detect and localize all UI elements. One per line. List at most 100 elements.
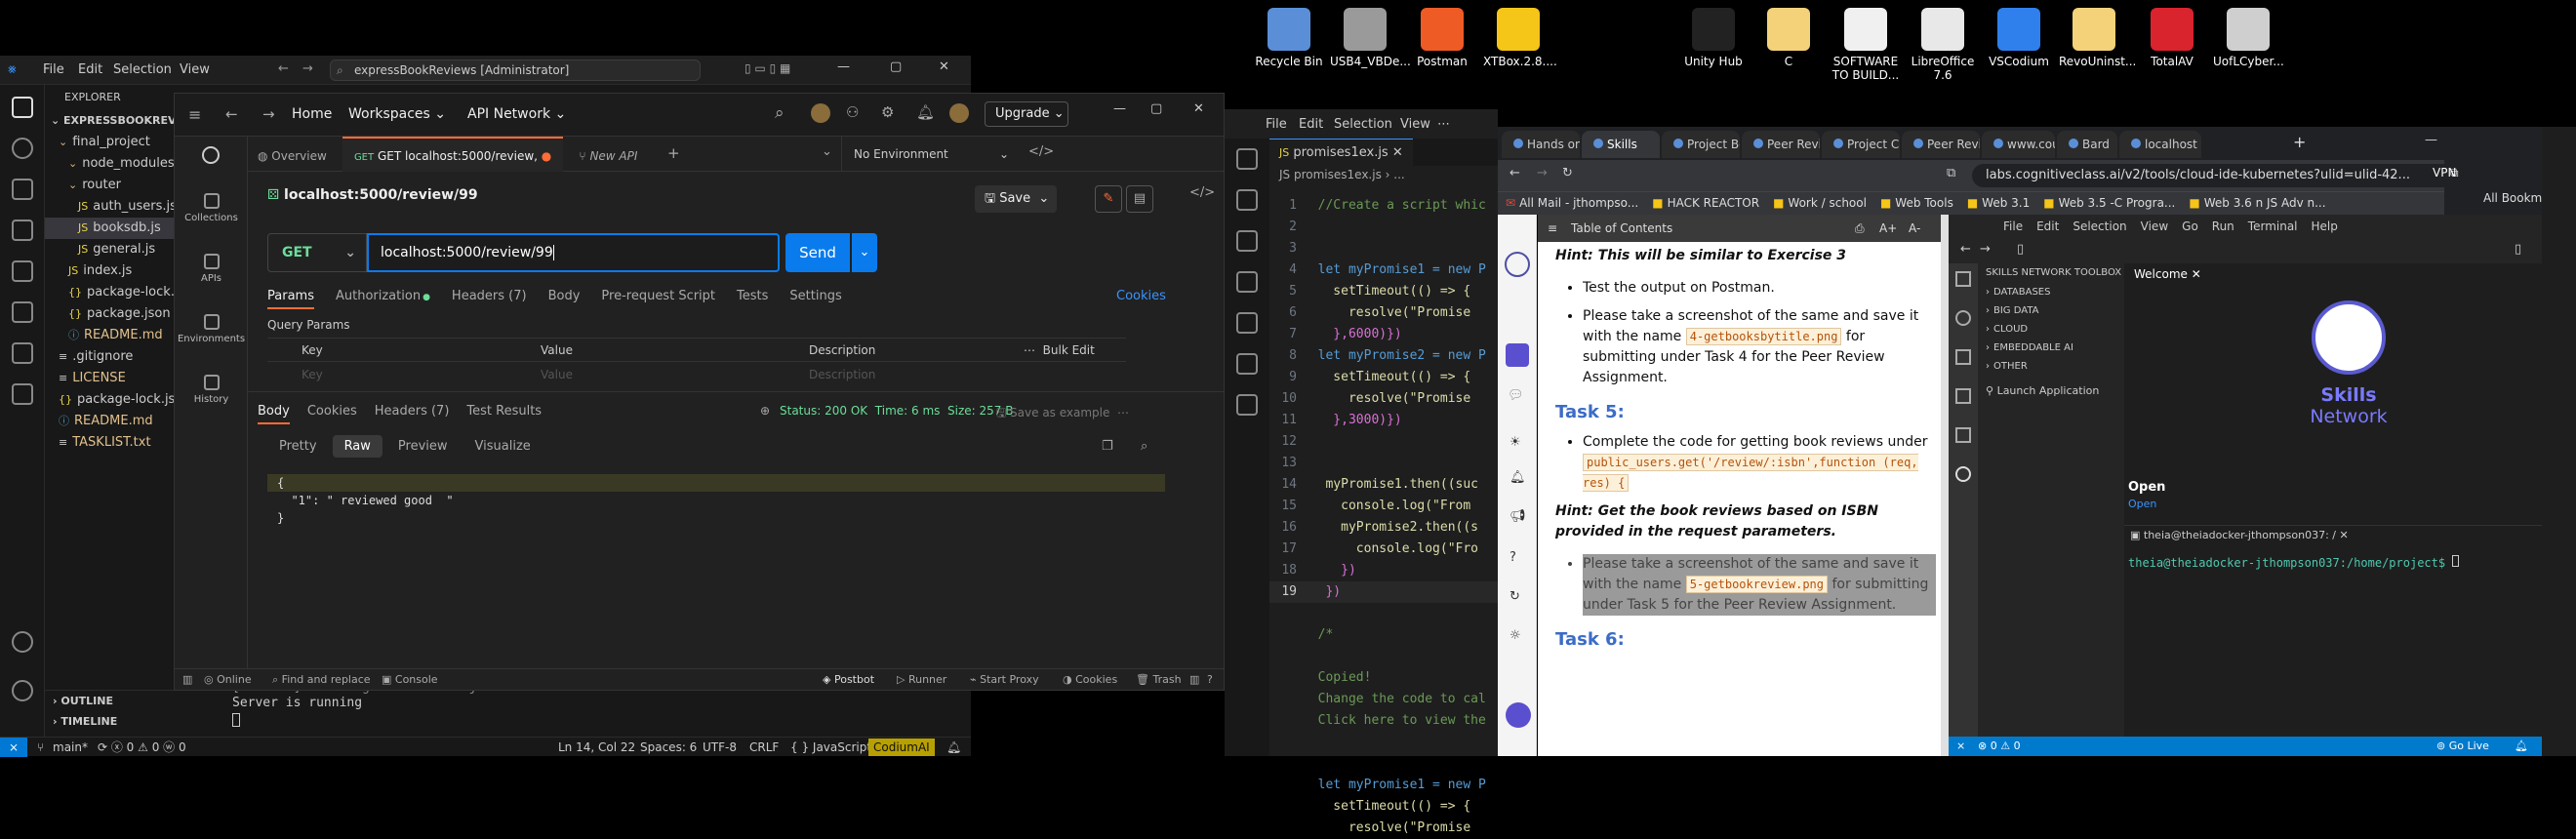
theme-icon[interactable]: ☼	[1509, 628, 1521, 643]
extensions-icon[interactable]	[11, 260, 33, 282]
close-icon[interactable]: ✕	[939, 60, 949, 74]
reload-icon[interactable]: ↻	[1562, 166, 1573, 180]
source-control-icon[interactable]	[11, 179, 33, 200]
bell-icon[interactable]: 🔔︎	[1509, 470, 1526, 485]
vpn-label[interactable]: VPN	[2433, 166, 2456, 180]
minimize-icon[interactable]: —	[1113, 101, 1126, 116]
home-link[interactable]: Home	[292, 106, 332, 122]
view-tab[interactable]: Pretty	[267, 435, 329, 458]
start-proxy-button[interactable]: ⌁ Start Proxy	[970, 669, 1039, 691]
ide-menu-item[interactable]: Terminal	[2248, 220, 2298, 233]
view-tab[interactable]: Raw	[332, 435, 382, 458]
source-control-icon[interactable]	[1236, 230, 1258, 252]
layout-toggle-icons[interactable]: ▯ ▭ ▯ ▦	[745, 61, 790, 75]
tree-item[interactable]: JS general.js	[45, 239, 176, 260]
font-increase-icon[interactable]: A+	[1879, 215, 1897, 242]
settings-gear-icon[interactable]	[12, 680, 33, 701]
search-icon[interactable]: ⌕	[775, 103, 785, 123]
search-activity-icon[interactable]	[11, 138, 33, 159]
code-snippet-icon[interactable]: </>	[1189, 185, 1215, 200]
comments-icon[interactable]: ▤	[1126, 185, 1153, 213]
search-icon[interactable]	[1955, 310, 1971, 326]
desktop-icon[interactable]: RevoUninst...	[2059, 8, 2136, 68]
menu-file[interactable]: File	[43, 62, 64, 77]
account-icon[interactable]	[12, 631, 33, 653]
req-tab[interactable]: Tests	[737, 289, 768, 303]
toolbox-item[interactable]: › EMBEDDABLE AI	[1978, 339, 2124, 357]
desktop-icon[interactable]: Recycle Bin	[1254, 8, 1324, 68]
save-as-example-button[interactable]: 🖫 Save as example ⋯	[996, 404, 1129, 424]
req-tab[interactable]: Headers (7)	[452, 289, 527, 303]
notifications-icon[interactable]: 🔔︎	[2515, 737, 2528, 756]
remote-icon[interactable]	[1236, 394, 1258, 416]
copy-icon[interactable]: ❐	[1102, 439, 1113, 454]
view-tab[interactable]: Preview	[386, 435, 460, 458]
browser-tab[interactable]: Project Co	[1822, 131, 1900, 158]
response-tab[interactable]: Headers (7)	[375, 404, 450, 419]
open-link[interactable]: Open	[2128, 498, 2156, 510]
tree-item[interactable]: JS booksdb.js	[45, 218, 176, 239]
codium-ai-icon[interactable]	[11, 383, 33, 405]
hamburger-menu-icon[interactable]: ≡	[188, 105, 201, 124]
view-tab[interactable]: Visualize	[463, 435, 543, 458]
chat-icon[interactable]: 💬︎	[1508, 388, 1524, 403]
tab-get-request[interactable]: GET GET localhost:5000/review, ●	[342, 137, 564, 172]
response-tab[interactable]: Test Results	[466, 404, 542, 419]
value-input[interactable]: Value	[541, 368, 573, 381]
desktop-icon[interactable]: Postman	[1407, 8, 1477, 68]
maximize-icon[interactable]: ▢	[1150, 101, 1162, 116]
desktop-icon[interactable]: Unity Hub	[1678, 8, 1749, 68]
problems-counts[interactable]: ⊗ 0 ⚠ 0	[1978, 737, 2021, 756]
notification-bell-icon[interactable]: 🔔︎	[946, 738, 961, 757]
code-icon[interactable]: </>	[1028, 144, 1054, 159]
more-icon[interactable]: ⋯	[1437, 117, 1450, 132]
menu-view[interactable]: View	[1400, 117, 1430, 132]
console-toggle[interactable]: ▣ Console	[382, 669, 438, 691]
tree-item[interactable]: ≡ TASKLIST.txt	[45, 432, 176, 454]
req-tab[interactable]: Params	[267, 289, 314, 309]
layout-icon[interactable]: ▥	[1189, 669, 1199, 691]
desktop-icon[interactable]: C	[1753, 8, 1824, 68]
bookmark-item[interactable]: ■ Web 3.6 n JS Adv n...	[2189, 196, 2325, 210]
toc-bar[interactable]: ≡ Table of Contents ⎙ A+ A-	[1538, 215, 1941, 242]
bookmark-item[interactable]: ■ Work / school	[1773, 196, 1867, 210]
language-mode[interactable]: { } JavaScript	[790, 738, 871, 757]
sidebar-nav-history[interactable]: History	[175, 375, 248, 429]
extensions-icon[interactable]	[1955, 427, 1971, 443]
testing-icon[interactable]	[11, 301, 33, 323]
environment-selector[interactable]: No Environment ⌄	[841, 137, 1017, 172]
tree-item[interactable]: ⓘ README.md	[45, 325, 176, 346]
tree-item[interactable]: ⌄ router	[45, 175, 176, 196]
edit-pencil-icon[interactable]: ✎	[1095, 185, 1122, 213]
browser-tab[interactable]: www.cou	[1982, 131, 2055, 158]
globe-icon[interactable]	[202, 146, 220, 164]
menu-selection[interactable]: Selection	[1334, 117, 1392, 132]
toolbox-item[interactable]: › DATABASES	[1978, 283, 2124, 301]
profile-avatar[interactable]	[949, 103, 969, 123]
back-arrow-icon[interactable]: ←	[278, 61, 289, 76]
help-icon[interactable]: ?	[1509, 550, 1516, 565]
timeline-section[interactable]: › TIMELINE	[45, 711, 176, 733]
req-tab[interactable]: Settings	[789, 289, 841, 303]
lightbulb-icon[interactable]: ☀	[1509, 435, 1521, 450]
extensions-icon[interactable]	[1236, 312, 1258, 334]
browser-tab[interactable]: Hands on	[1502, 131, 1580, 158]
description-input[interactable]: Description	[809, 368, 875, 381]
tab-promises1ex[interactable]: JS promises1ex.js ✕	[1269, 139, 1413, 166]
command-center-search[interactable]: ⌕ expressBookReviews [Administrator]	[330, 60, 701, 81]
ide-menu-item[interactable]: File	[2003, 220, 2023, 233]
explorer-icon[interactable]	[1236, 148, 1258, 170]
explorer-icon[interactable]	[11, 97, 33, 118]
font-decrease-icon[interactable]: A-	[1909, 215, 1920, 242]
close-icon[interactable]: ✕	[1193, 101, 1204, 116]
forward-arrow-icon[interactable]: →	[1537, 166, 1548, 180]
git-branch[interactable]: main*	[53, 738, 88, 757]
desktop-icon[interactable]: XTBox.2.8....	[1483, 8, 1557, 68]
bookmark-item[interactable]: ■ Web Tools	[1880, 196, 1953, 210]
address-bar[interactable]: labs.cognitiveclass.ai/v2/tools/cloud-id…	[1972, 164, 2479, 187]
key-input[interactable]: Key	[302, 368, 323, 381]
save-button[interactable]: 🖫 Save ⌄	[975, 185, 1057, 213]
invite-user-icon[interactable]: ⚇	[846, 103, 859, 121]
run-debug-icon[interactable]	[1236, 271, 1258, 293]
send-button[interactable]: Send	[785, 233, 850, 272]
